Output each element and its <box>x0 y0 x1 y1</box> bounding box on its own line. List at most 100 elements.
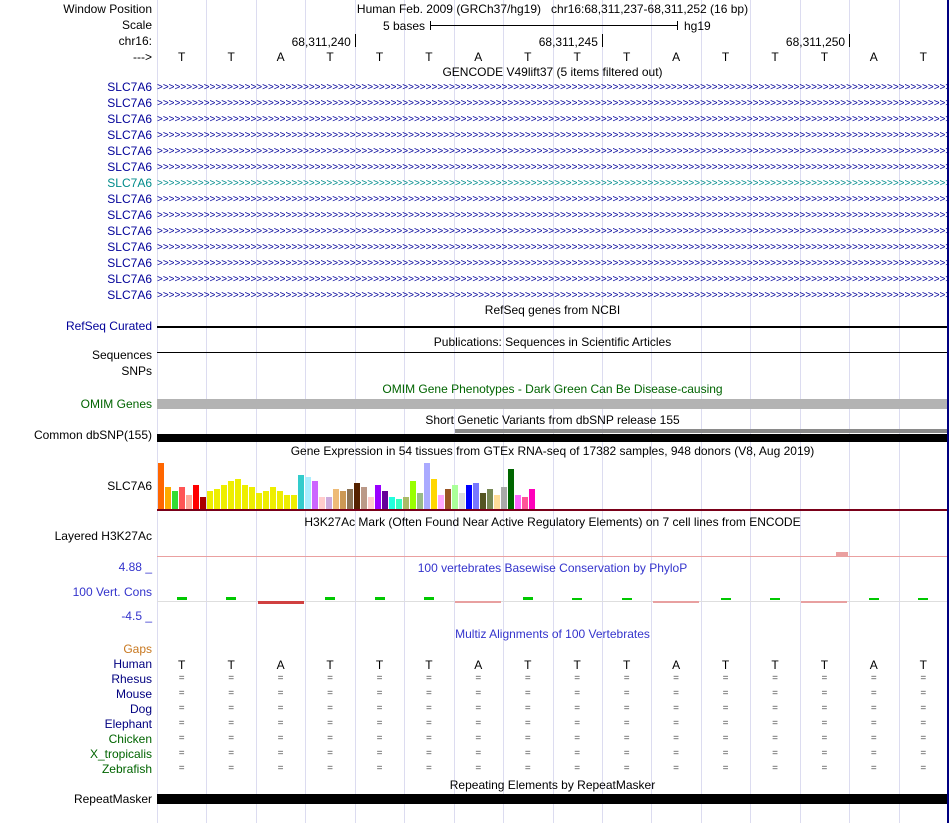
repeatmasker-item[interactable] <box>157 794 948 804</box>
gtex-bar[interactable] <box>445 489 451 509</box>
gene-arrow-row[interactable]: >>>>>>>>>>>>>>>>>>>>>>>>>>>>>>>>>>>>>>>>… <box>157 177 948 191</box>
gtex-bar[interactable] <box>158 463 164 509</box>
gtex-bar[interactable] <box>452 485 458 509</box>
gtex-bar[interactable] <box>396 499 402 509</box>
gtex-bar[interactable] <box>165 487 171 509</box>
gene-arrow-row[interactable]: >>>>>>>>>>>>>>>>>>>>>>>>>>>>>>>>>>>>>>>>… <box>157 273 948 287</box>
species-label[interactable]: Human <box>0 658 152 671</box>
gtex-bar[interactable] <box>410 481 416 509</box>
gtex-bar[interactable] <box>312 481 318 509</box>
refseq-gene-item[interactable] <box>157 326 948 328</box>
gtex-bar[interactable] <box>326 497 332 509</box>
gtex-bar[interactable] <box>235 479 241 509</box>
gene-arrow-row[interactable]: >>>>>>>>>>>>>>>>>>>>>>>>>>>>>>>>>>>>>>>>… <box>157 81 948 95</box>
gene-arrow-row[interactable]: >>>>>>>>>>>>>>>>>>>>>>>>>>>>>>>>>>>>>>>>… <box>157 225 948 239</box>
dbsnp-variant-black[interactable] <box>157 434 948 442</box>
species-label[interactable]: Dog <box>0 703 152 716</box>
gtex-bar[interactable] <box>179 487 185 509</box>
gene-label[interactable]: SLC7A6 <box>0 113 152 126</box>
gtex-bar[interactable] <box>480 493 486 509</box>
species-label[interactable]: Zebrafish <box>0 763 152 776</box>
gtex-bar[interactable] <box>340 491 346 509</box>
track-label-100-vert-cons[interactable]: 100 Vert. Cons <box>0 586 152 599</box>
gtex-bar[interactable] <box>186 495 192 509</box>
gtex-bar[interactable] <box>172 491 178 509</box>
gene-label[interactable]: SLC7A6 <box>0 81 152 94</box>
species-label[interactable]: X_tropicalis <box>0 748 152 761</box>
gtex-bar[interactable] <box>375 485 381 509</box>
gene-arrow-row[interactable]: >>>>>>>>>>>>>>>>>>>>>>>>>>>>>>>>>>>>>>>>… <box>157 161 948 175</box>
gtex-bar[interactable] <box>473 483 479 509</box>
gene-arrow-row[interactable]: >>>>>>>>>>>>>>>>>>>>>>>>>>>>>>>>>>>>>>>>… <box>157 241 948 255</box>
track-label-gtex-gene[interactable]: SLC7A6 <box>0 480 152 493</box>
gene-arrow-row[interactable]: >>>>>>>>>>>>>>>>>>>>>>>>>>>>>>>>>>>>>>>>… <box>157 257 948 271</box>
gtex-bar[interactable] <box>221 485 227 509</box>
gtex-bar[interactable] <box>368 497 374 509</box>
gtex-bar[interactable] <box>389 497 395 509</box>
gtex-bar[interactable] <box>207 491 213 509</box>
gene-label[interactable]: SLC7A6 <box>0 273 152 286</box>
gtex-bar[interactable] <box>515 495 521 509</box>
track-label-common-dbsnp[interactable]: Common dbSNP(155) <box>0 429 152 442</box>
gene-label[interactable]: SLC7A6 <box>0 145 152 158</box>
gtex-bar[interactable] <box>193 485 199 509</box>
gtex-bar[interactable] <box>200 497 206 509</box>
gene-label[interactable]: SLC7A6 <box>0 161 152 174</box>
gene-label[interactable]: SLC7A6 <box>0 289 152 302</box>
gene-arrow-row[interactable]: >>>>>>>>>>>>>>>>>>>>>>>>>>>>>>>>>>>>>>>>… <box>157 113 948 127</box>
track-label-omim-genes[interactable]: OMIM Genes <box>0 398 152 411</box>
gene-label[interactable]: SLC7A6 <box>0 257 152 270</box>
track-label-h3k27ac[interactable]: Layered H3K27Ac <box>0 530 152 543</box>
gtex-bar[interactable] <box>333 489 339 509</box>
gtex-bar[interactable] <box>459 493 465 509</box>
gtex-bar[interactable] <box>228 481 234 509</box>
publications-item[interactable] <box>157 352 948 353</box>
gene-arrow-row[interactable]: >>>>>>>>>>>>>>>>>>>>>>>>>>>>>>>>>>>>>>>>… <box>157 97 948 111</box>
gtex-bar[interactable] <box>256 493 262 509</box>
gene-label[interactable]: SLC7A6 <box>0 193 152 206</box>
gene-arrow-row[interactable]: >>>>>>>>>>>>>>>>>>>>>>>>>>>>>>>>>>>>>>>>… <box>157 289 948 303</box>
species-label[interactable]: Chicken <box>0 733 152 746</box>
track-label-refseq-curated[interactable]: RefSeq Curated <box>0 320 152 333</box>
gtex-bar[interactable] <box>214 489 220 509</box>
gtex-bar[interactable] <box>382 491 388 509</box>
gtex-bar[interactable] <box>242 485 248 509</box>
gtex-bar[interactable] <box>424 463 430 509</box>
dbsnp-variant-gray[interactable] <box>455 429 948 433</box>
gtex-bar[interactable] <box>431 479 437 509</box>
gene-label[interactable]: SLC7A6 <box>0 97 152 110</box>
gene-arrow-row[interactable]: >>>>>>>>>>>>>>>>>>>>>>>>>>>>>>>>>>>>>>>>… <box>157 209 948 223</box>
gene-label[interactable]: SLC7A6 <box>0 209 152 222</box>
species-label[interactable]: Gaps <box>0 643 152 656</box>
gtex-bar[interactable] <box>403 497 409 509</box>
gtex-bar[interactable] <box>529 489 535 509</box>
track-label-repeatmasker[interactable]: RepeatMasker <box>0 793 152 806</box>
species-label[interactable]: Rhesus <box>0 673 152 686</box>
gtex-bar[interactable] <box>417 493 423 509</box>
gtex-bar[interactable] <box>347 489 353 509</box>
gtex-bar[interactable] <box>270 487 276 509</box>
gtex-bar[interactable] <box>466 485 472 509</box>
omim-gene-item[interactable] <box>157 399 948 409</box>
gene-arrow-row[interactable]: >>>>>>>>>>>>>>>>>>>>>>>>>>>>>>>>>>>>>>>>… <box>157 129 948 143</box>
gtex-bar[interactable] <box>361 487 367 509</box>
gtex-bar[interactable] <box>284 495 290 509</box>
gtex-bar[interactable] <box>438 495 444 509</box>
gtex-bar[interactable] <box>494 495 500 509</box>
gtex-bar[interactable] <box>501 487 507 509</box>
gtex-bar[interactable] <box>263 491 269 509</box>
gene-label[interactable]: SLC7A6 <box>0 241 152 254</box>
gtex-bar[interactable] <box>487 489 493 509</box>
gene-arrow-row[interactable]: >>>>>>>>>>>>>>>>>>>>>>>>>>>>>>>>>>>>>>>>… <box>157 145 948 159</box>
gtex-bar[interactable] <box>354 483 360 509</box>
gene-label[interactable]: SLC7A6 <box>0 129 152 142</box>
gtex-bar[interactable] <box>277 491 283 509</box>
gene-label[interactable]: SLC7A6 <box>0 225 152 238</box>
gtex-bar[interactable] <box>522 497 528 509</box>
species-label[interactable]: Elephant <box>0 718 152 731</box>
gtex-bar[interactable] <box>319 497 325 509</box>
gtex-bar[interactable] <box>298 475 304 509</box>
gtex-bar[interactable] <box>508 469 514 509</box>
gene-label[interactable]: SLC7A6 <box>0 177 152 190</box>
track-label-sequences[interactable]: Sequences <box>0 349 152 362</box>
